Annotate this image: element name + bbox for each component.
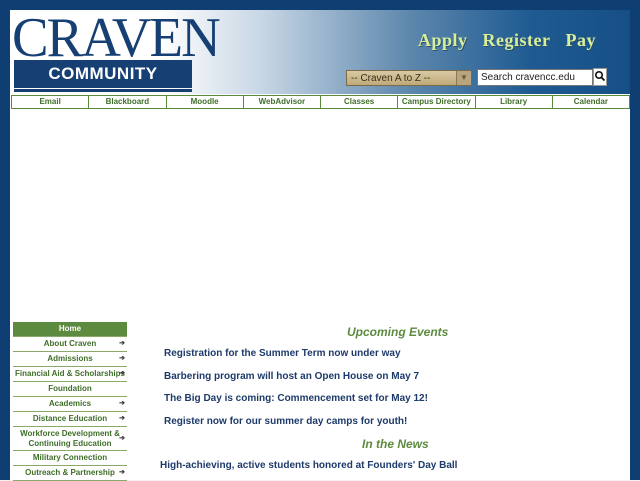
search-button[interactable] (593, 68, 607, 86)
sidebar-item-label: Financial Aid & Scholarships (15, 369, 125, 378)
event-link[interactable]: Register now for our summer day camps fo… (164, 416, 407, 427)
arrow-right-icon: ➔ (119, 469, 125, 476)
event-link[interactable]: The Big Day is coming: Commencement set … (164, 393, 428, 404)
upcoming-events-heading: Upcoming Events (347, 325, 449, 339)
sidebar-item-label: Admissions (47, 354, 93, 363)
sidebar-item-admissions[interactable]: Admissions ➔ (13, 352, 127, 367)
arrow-right-icon: ➔ (119, 400, 125, 407)
sidebar-item-label: Outreach & Partnership (25, 468, 115, 477)
chevron-down-icon[interactable]: ▼ (456, 71, 471, 85)
nav-library[interactable]: Library (475, 95, 553, 109)
sidebar-item-label: Academics (48, 399, 92, 408)
sidebar-item-financial-aid[interactable]: Financial Aid & Scholarships ➔ (13, 367, 127, 382)
news-link[interactable]: High-achieving, active students honored … (160, 460, 457, 471)
nav-moodle[interactable]: Moodle (166, 95, 244, 109)
college-logo-name[interactable]: CRAVEN (12, 10, 221, 66)
college-logo-subtitle[interactable]: COMMUNITY COLLEGE (14, 60, 192, 111)
sidebar-item-distance-education[interactable]: Distance Education ➔ (13, 412, 127, 427)
register-link[interactable]: Register (483, 30, 551, 50)
sidebar-item-outreach-partnership[interactable]: Outreach & Partnership ➔ (13, 466, 127, 481)
event-link[interactable]: Barbering program will host an Open Hous… (164, 371, 419, 382)
event-link[interactable]: Registration for the Summer Term now und… (164, 348, 401, 359)
search-input[interactable]: Search cravencc.edu (477, 69, 593, 86)
logo-underline (14, 89, 192, 92)
quick-links: Apply Register Pay (418, 30, 606, 51)
arrow-right-icon: ➔ (119, 355, 125, 362)
search-icon (594, 70, 606, 82)
a-to-z-selected: -- Craven A to Z -- (351, 73, 431, 84)
sidebar-item-home[interactable]: Home (13, 322, 127, 337)
right-border (630, 0, 640, 480)
sidebar-item-label: Military Connection (32, 453, 108, 462)
apply-link[interactable]: Apply (418, 30, 468, 50)
main-nav: Email Blackboard Moodle WebAdvisor Class… (11, 95, 630, 109)
nav-email[interactable]: Email (11, 95, 90, 109)
sidebar-item-academics[interactable]: Academics ➔ (13, 397, 127, 412)
nav-calendar[interactable]: Calendar (552, 95, 630, 109)
sidebar-item-label: About Craven (43, 339, 97, 348)
arrow-right-icon: ➔ (119, 415, 125, 422)
arrow-right-icon: ➔ (119, 340, 125, 347)
sidebar-item-label: Home (58, 324, 82, 333)
sidebar-item-military-connection[interactable]: Military Connection (13, 451, 127, 466)
nav-classes[interactable]: Classes (321, 95, 399, 109)
sidebar-menu: Home About Craven ➔ Admissions ➔ Financial… (13, 322, 127, 481)
in-the-news-heading: In the News (362, 437, 429, 451)
arrow-right-icon: ➔ (119, 370, 125, 377)
sidebar-item-label: Distance Education (32, 414, 108, 423)
nav-blackboard[interactable]: Blackboard (89, 95, 167, 109)
sidebar-item-workforce-development[interactable]: Workforce Development & Continuing Educa… (13, 427, 127, 451)
a-to-z-dropdown[interactable]: -- Craven A to Z -- ▼ (346, 70, 472, 86)
sidebar-item-label: Foundation (48, 384, 92, 393)
nav-campus-directory[interactable]: Campus Directory (398, 95, 476, 109)
page: CRAVEN COMMUNITY COLLEGE Apply Register … (0, 0, 640, 481)
pay-link[interactable]: Pay (566, 30, 597, 50)
sidebar-item-about-craven[interactable]: About Craven ➔ (13, 337, 127, 352)
sidebar-item-label: Workforce Development & Continuing Educa… (20, 429, 120, 448)
arrow-right-icon: ➔ (119, 435, 125, 442)
left-border (0, 0, 10, 480)
nav-webadvisor[interactable]: WebAdvisor (243, 95, 321, 109)
sidebar-item-foundation[interactable]: Foundation (13, 382, 127, 397)
